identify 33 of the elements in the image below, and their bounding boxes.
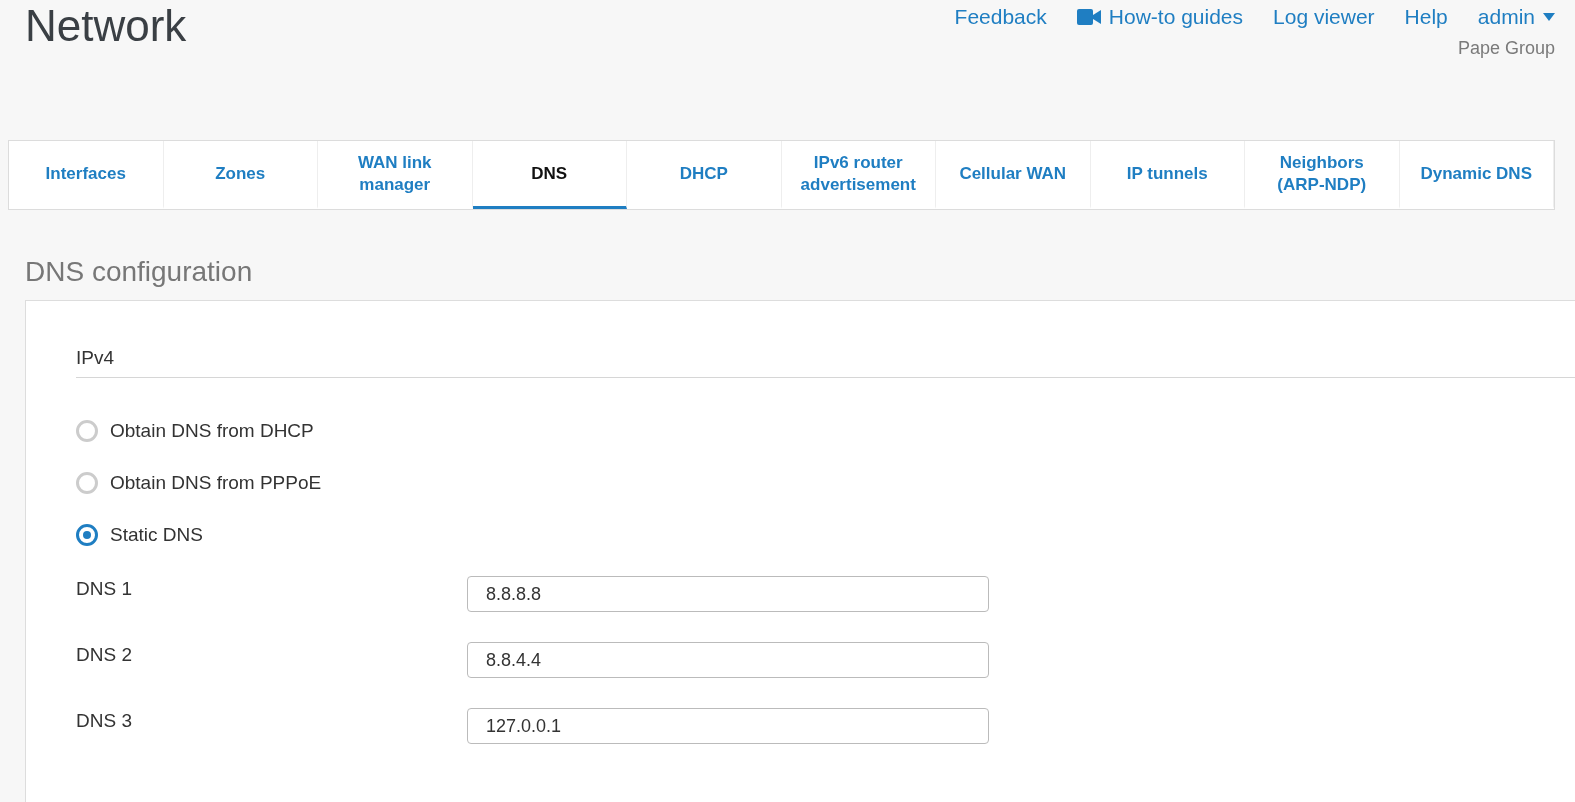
- tab[interactable]: IPv6 router advertisement: [781, 141, 936, 209]
- tab[interactable]: DNS: [472, 141, 627, 209]
- video-camera-icon: [1076, 9, 1101, 25]
- field-label: DNS 1: [76, 577, 133, 600]
- tab[interactable]: IP tunnels: [1090, 141, 1245, 209]
- header-link[interactable]: Log viewer: [1273, 5, 1375, 29]
- input-field[interactable]: 8.8.8.8: [467, 576, 989, 612]
- radio-button[interactable]: [76, 420, 98, 442]
- field-label: DNS 3: [76, 709, 133, 732]
- tab[interactable]: Neighbors (ARP-NDP): [1245, 141, 1400, 209]
- section-title: DNS configuration: [25, 256, 254, 288]
- organization-name: Pape Group: [1457, 38, 1555, 59]
- radio-button[interactable]: [76, 524, 98, 546]
- radio-option[interactable]: Obtain DNS from PPPoE: [76, 472, 322, 494]
- input-field[interactable]: 8.8.4.4: [467, 642, 989, 678]
- header-link[interactable]: Help: [1404, 5, 1448, 29]
- radio-option[interactable]: Static DNS: [76, 524, 203, 546]
- tab[interactable]: Zones: [163, 141, 318, 209]
- tab[interactable]: Dynamic DNS: [1399, 141, 1554, 209]
- tab[interactable]: Cellular WAN: [936, 141, 1091, 209]
- group-heading: IPv4: [76, 347, 1575, 378]
- caret-icon: [1543, 13, 1555, 21]
- radio-option[interactable]: Obtain DNS from DHCP: [76, 420, 314, 442]
- field-label: DNS 2: [76, 643, 133, 666]
- header-link[interactable]: How-to guides: [1076, 5, 1244, 29]
- input-field[interactable]: 127.0.0.1: [467, 708, 989, 744]
- tab[interactable]: DHCP: [627, 141, 782, 209]
- tab[interactable]: Interfaces: [9, 141, 164, 209]
- tab[interactable]: WAN link manager: [318, 141, 473, 209]
- user-menu[interactable]: admin: [1477, 5, 1555, 29]
- radio-button[interactable]: [76, 472, 98, 494]
- header-link[interactable]: Feedback: [954, 5, 1047, 29]
- page-title: Network: [25, 0, 187, 52]
